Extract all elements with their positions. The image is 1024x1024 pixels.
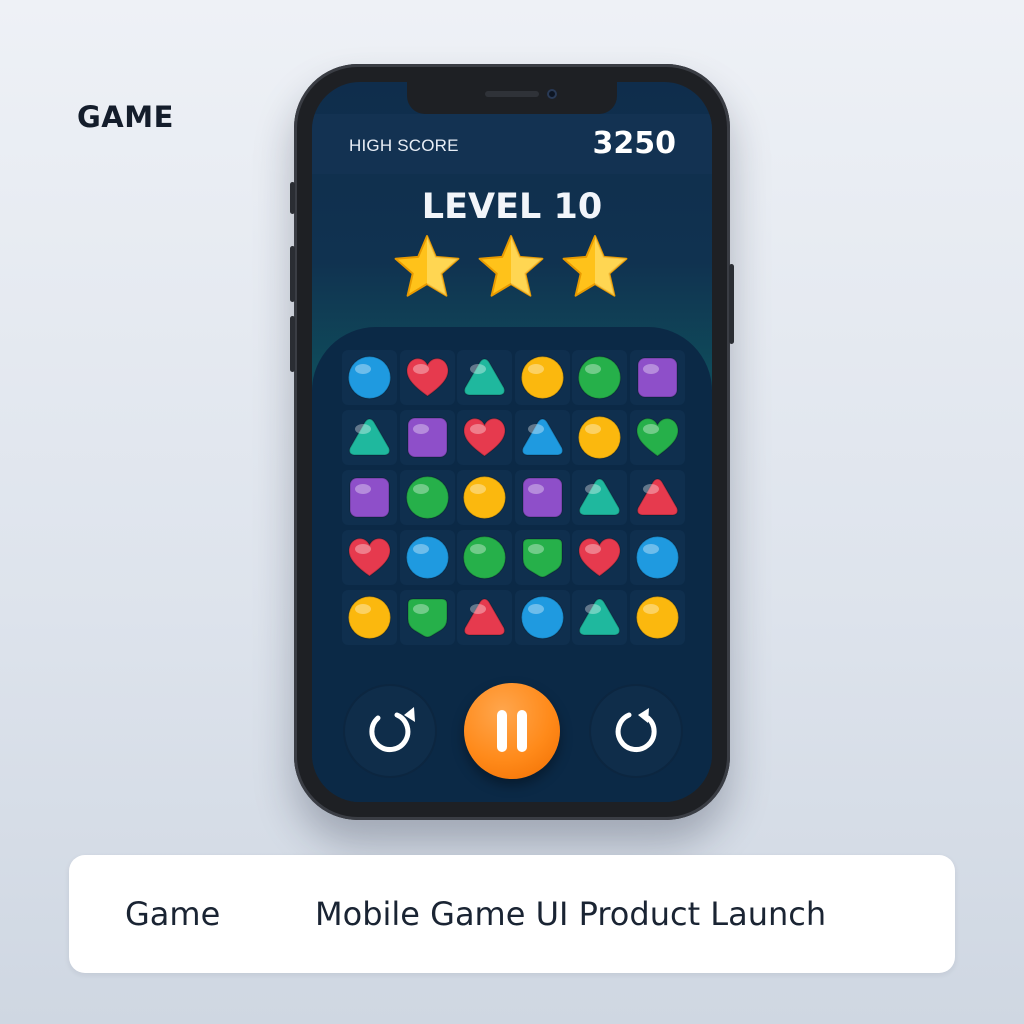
grid-cell[interactable]: [399, 590, 455, 645]
yellow-circle-gem-icon: [347, 595, 392, 640]
grid-cell[interactable]: [572, 470, 627, 525]
green-heart-gem-icon: [635, 417, 679, 457]
level-title: LEVEL 10: [421, 187, 603, 227]
restart-button[interactable]: [345, 686, 435, 776]
teal-triangle-gem-icon: [348, 418, 391, 456]
pause-icon: [497, 710, 527, 752]
grid-cell[interactable]: [572, 410, 627, 465]
banner-title: Mobile Game UI Product Launch: [315, 895, 827, 933]
star-icon: [562, 235, 628, 297]
green-circle-gem-icon: [577, 355, 622, 400]
front-camera: [547, 89, 557, 99]
grid-cell[interactable]: [629, 470, 685, 525]
grid-cell[interactable]: [514, 470, 570, 525]
grid-cell[interactable]: [457, 590, 512, 645]
teal-triangle-gem-icon: [578, 478, 621, 516]
grid-cell[interactable]: [629, 590, 685, 645]
notch: [407, 82, 617, 114]
blue-circle-gem-icon: [520, 595, 564, 640]
red-heart-gem-icon: [578, 537, 621, 577]
green-shield-gem-icon: [521, 538, 563, 578]
redo-icon: [615, 708, 657, 752]
yellow-circle-gem-icon: [577, 415, 622, 460]
red-triangle-gem-icon: [636, 478, 678, 516]
purple-square-gem-icon: [406, 417, 448, 458]
blue-triangle-gem-icon: [521, 418, 563, 456]
pause-button[interactable]: [464, 683, 560, 779]
grid-cell[interactable]: [457, 350, 512, 405]
banner-category: Game: [125, 895, 221, 933]
red-heart-gem-icon: [463, 417, 506, 457]
phone-mockup: HIGH SCORE 3250 LEVEL 10: [290, 64, 734, 820]
gem-grid: [342, 350, 685, 650]
blue-circle-gem-icon: [635, 535, 679, 580]
game-screen: HIGH SCORE 3250 LEVEL 10: [312, 82, 712, 802]
grid-cell[interactable]: [399, 530, 455, 585]
grid-cell[interactable]: [457, 410, 512, 465]
star-icon: [394, 235, 460, 297]
blue-circle-gem-icon: [405, 535, 449, 580]
speaker-grille: [485, 91, 539, 97]
green-circle-gem-icon: [405, 475, 449, 520]
grid-cell[interactable]: [572, 530, 627, 585]
green-circle-gem-icon: [462, 535, 507, 580]
grid-cell[interactable]: [342, 470, 397, 525]
corner-category-label: GAME: [77, 100, 174, 134]
grid-cell[interactable]: [342, 590, 397, 645]
grid-cell[interactable]: [342, 530, 397, 585]
grid-cell[interactable]: [342, 410, 397, 465]
grid-cell[interactable]: [342, 350, 397, 405]
grid-cell[interactable]: [399, 350, 455, 405]
grid-cell[interactable]: [514, 410, 570, 465]
yellow-circle-gem-icon: [462, 475, 507, 520]
red-triangle-gem-icon: [463, 598, 506, 636]
star-rating: [392, 232, 632, 302]
blue-circle-gem-icon: [347, 355, 392, 400]
yellow-circle-gem-icon: [520, 355, 564, 400]
caption-banner: Game Mobile Game UI Product Launch: [69, 855, 955, 973]
grid-cell[interactable]: [629, 530, 685, 585]
high-score-label: HIGH SCORE: [349, 136, 459, 155]
star-icon: [478, 235, 544, 297]
teal-triangle-gem-icon: [578, 598, 621, 636]
grid-cell[interactable]: [457, 470, 512, 525]
grid-cell[interactable]: [514, 350, 570, 405]
green-shield-gem-icon: [406, 598, 448, 638]
red-heart-gem-icon: [348, 537, 391, 577]
grid-cell[interactable]: [514, 590, 570, 645]
teal-triangle-gem-icon: [463, 358, 506, 396]
volume-down-button: [290, 316, 295, 372]
purple-square-gem-icon: [636, 357, 678, 398]
volume-up-button: [290, 246, 295, 302]
undo-icon: [369, 707, 415, 752]
redo-button[interactable]: [591, 686, 681, 776]
grid-cell[interactable]: [399, 470, 455, 525]
red-heart-gem-icon: [405, 357, 449, 397]
power-button: [729, 264, 734, 344]
silent-switch: [290, 182, 295, 214]
grid-cell[interactable]: [514, 530, 570, 585]
purple-square-gem-icon: [349, 477, 390, 518]
grid-cell[interactable]: [629, 410, 685, 465]
grid-cell[interactable]: [572, 350, 627, 405]
grid-cell[interactable]: [629, 350, 685, 405]
grid-cell[interactable]: [399, 410, 455, 465]
purple-square-gem-icon: [521, 477, 563, 518]
grid-cell[interactable]: [457, 530, 512, 585]
high-score-value: 3250: [592, 126, 677, 161]
grid-cell[interactable]: [572, 590, 627, 645]
yellow-circle-gem-icon: [635, 595, 679, 640]
